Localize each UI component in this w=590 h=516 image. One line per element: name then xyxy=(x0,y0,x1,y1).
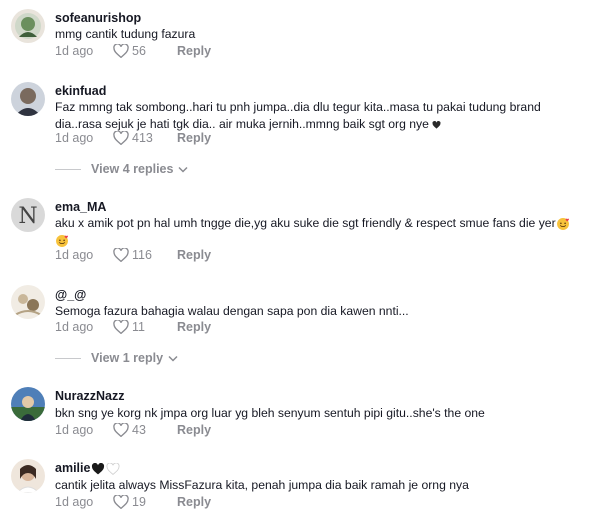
smiling-face-with-hearts-emoji-icon xyxy=(56,234,68,247)
heart-outline-icon xyxy=(113,248,129,262)
reply-button[interactable]: Reply xyxy=(177,320,211,334)
avatar[interactable] xyxy=(11,285,45,319)
heart-outline-icon xyxy=(113,320,129,334)
replies-divider xyxy=(55,357,81,359)
reply-button[interactable]: Reply xyxy=(177,131,211,145)
comment-meta: 1d ago 413 Reply xyxy=(55,130,211,146)
avatar[interactable] xyxy=(11,9,45,43)
comment-username[interactable]: sofeanurishop xyxy=(55,11,141,25)
comment-text: aku x amik pot pn hal umh tngge die,yg a… xyxy=(55,215,585,249)
comment-text: Faz mmng tak sombong..hari tu pnh jumpa.… xyxy=(55,99,585,133)
white-heart-emoji-icon xyxy=(106,462,120,475)
comment-username[interactable]: ekinfuad xyxy=(55,84,106,98)
comment-meta: 1d ago 56 Reply xyxy=(55,43,211,59)
comment-time: 1d ago xyxy=(55,248,94,262)
heart-outline-icon xyxy=(113,495,129,509)
comment-text: cantik jelita always MissFazura kita, pe… xyxy=(55,478,469,492)
view-replies-label: View 1 reply xyxy=(91,351,164,365)
replies-divider xyxy=(55,168,81,170)
comment-text: Semoga fazura bahagia walau dengan sapa … xyxy=(55,304,409,318)
like-count: 116 xyxy=(132,248,152,262)
reply-button[interactable]: Reply xyxy=(177,495,211,509)
comment-text-line-content: dia..rasa sejuk je hati tgk dia.. air mu… xyxy=(55,117,429,131)
like-button[interactable]: 11 xyxy=(113,320,177,334)
like-count: 413 xyxy=(132,131,153,145)
smiling-face-with-hearts-emoji-icon xyxy=(556,217,569,230)
comment-meta: 1d ago 116 Reply xyxy=(55,247,211,263)
comment-time: 1d ago xyxy=(55,495,94,509)
comment-username[interactable]: ema_MA xyxy=(55,200,106,214)
chevron-down-icon xyxy=(178,166,188,173)
heart-emoji-icon xyxy=(432,120,441,129)
comment-text-content: aku x amik pot pn hal umh tngge die,yg a… xyxy=(55,216,556,230)
comment-username[interactable]: amilie xyxy=(55,461,120,475)
comment-time: 1d ago xyxy=(55,131,94,145)
comment-meta: 1d ago 11 Reply xyxy=(55,319,211,335)
view-replies-label: View 4 replies xyxy=(91,162,174,176)
view-replies-button[interactable]: View 1 reply xyxy=(55,351,178,365)
comment-meta: 1d ago 43 Reply xyxy=(55,422,211,438)
reply-button[interactable]: Reply xyxy=(177,44,211,58)
like-button[interactable]: 19 xyxy=(113,495,177,509)
reply-button[interactable]: Reply xyxy=(177,248,211,262)
comment-username[interactable]: NurazzNazz xyxy=(55,389,124,403)
like-count: 56 xyxy=(132,44,146,58)
comment-username[interactable]: @_@ xyxy=(55,288,86,302)
like-button[interactable]: 116 xyxy=(113,248,177,262)
comment-time: 1d ago xyxy=(55,320,94,334)
avatar[interactable] xyxy=(11,459,45,493)
like-count: 43 xyxy=(132,423,146,437)
like-count: 19 xyxy=(132,495,146,509)
black-heart-emoji-icon xyxy=(92,462,105,475)
avatar[interactable] xyxy=(11,387,45,421)
like-button[interactable]: 56 xyxy=(113,44,177,58)
comment-text: mmg cantik tudung fazura xyxy=(55,27,196,41)
like-button[interactable]: 413 xyxy=(113,131,177,145)
comment-meta: 1d ago 19 Reply xyxy=(55,494,211,510)
view-replies-button[interactable]: View 4 replies xyxy=(55,162,188,176)
heart-outline-icon xyxy=(113,423,129,437)
comment-text-line: Faz mmng tak sombong..hari tu pnh jumpa.… xyxy=(55,100,541,114)
avatar-letter: N xyxy=(18,204,37,229)
like-count: 11 xyxy=(132,320,145,334)
avatar[interactable]: N xyxy=(11,198,45,232)
heart-outline-icon xyxy=(113,44,129,58)
comment-text: bkn sng ye korg nk jmpa org luar yg bleh… xyxy=(55,406,485,420)
heart-outline-icon xyxy=(113,131,129,145)
chevron-down-icon xyxy=(168,355,178,362)
avatar[interactable] xyxy=(11,82,45,116)
comment-time: 1d ago xyxy=(55,44,94,58)
comment-time: 1d ago xyxy=(55,423,94,437)
reply-button[interactable]: Reply xyxy=(177,423,211,437)
comment-username-text: amilie xyxy=(55,461,91,475)
like-button[interactable]: 43 xyxy=(113,423,177,437)
